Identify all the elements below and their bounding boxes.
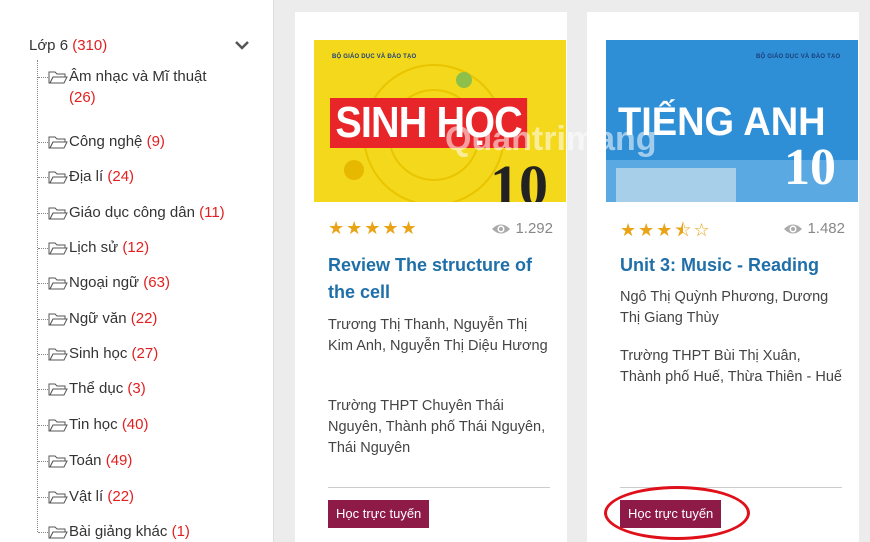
lesson-school: Trường THPT Bùi Thị Xuân, Thành phố Huế,… <box>620 348 842 385</box>
folder-open-icon <box>48 383 68 396</box>
lesson-card: BỘ GIÁO DỤC VÀ ĐÀO TẠO SINH HỌC 10 ★★★★★… <box>295 12 567 542</box>
category-sidebar: Lớp 6 (310) Âm nhạc và Mĩ thuật (26) Công… <box>0 0 274 542</box>
sidebar-item-lich-su[interactable]: Lịch sử (12) <box>38 237 259 258</box>
learn-online-button[interactable]: Học trực tuyến <box>328 500 430 528</box>
cover-publisher: BỘ GIÁO DỤC VÀ ĐÀO TẠO <box>756 54 841 60</box>
divider <box>328 487 550 488</box>
lesson-authors: Trương Thị Thanh, Nguyễn Thị Kim Anh, Ng… <box>328 317 548 354</box>
view-count: 1.482 <box>783 220 845 237</box>
highlight-ellipse <box>604 486 750 540</box>
eye-icon <box>492 224 511 233</box>
star-rating: ★★★⯪☆ <box>620 220 712 240</box>
lesson-authors: Ngô Thị Quỳnh Phương, Dương Thị Giang Th… <box>620 289 829 326</box>
sidebar-item-sinh-hoc[interactable]: Sinh học (27) <box>38 343 259 364</box>
sidebar-item-gdcd[interactable]: Giáo dục công dân (11) <box>38 202 259 223</box>
folder-open-icon <box>48 526 68 539</box>
sidebar-item-dia-li[interactable]: Địa lí (24) <box>38 166 259 187</box>
folder-open-icon <box>48 455 68 468</box>
sidebar-item-the-duc[interactable]: Thể dục (3) <box>38 378 259 399</box>
folder-open-icon <box>48 313 68 326</box>
sidebar-item-vat-li[interactable]: Vật lí (22) <box>38 486 259 507</box>
cover-title: SINH HỌC <box>330 98 528 148</box>
folder-open-icon <box>48 136 68 149</box>
folder-open-icon <box>48 277 68 290</box>
folder-open-icon <box>48 242 68 255</box>
sidebar-item-tin-hoc[interactable]: Tin học (40) <box>38 414 259 435</box>
lesson-title-link[interactable]: Unit 3: Music - Reading <box>620 252 850 279</box>
grade-label: Lớp 6 (310) <box>29 36 108 54</box>
folder-open-icon <box>48 171 68 184</box>
lesson-school: Trường THPT Chuyên Thái Nguyên, Thành ph… <box>328 398 546 456</box>
sidebar-item-bai-giang-khac[interactable]: Bài giảng khác (1) <box>38 521 259 542</box>
sidebar-item-toan[interactable]: Toán (49) <box>38 450 259 471</box>
cover-number: 10 <box>490 153 548 202</box>
book-cover-image[interactable]: BỘ GIÁO DỤC VÀ ĐÀO TẠO TIẾNG ANH 10 <box>606 40 858 202</box>
star-half-icon: ⯪ <box>674 220 694 240</box>
folder-open-icon <box>48 419 68 432</box>
folder-open-icon <box>48 207 68 220</box>
cover-number: 10 <box>784 139 836 196</box>
folder-open-icon <box>48 348 68 361</box>
sidebar-item-ngoai-ngu[interactable]: Ngoại ngữ (63) <box>38 272 259 293</box>
sidebar-item-ngu-van[interactable]: Ngữ văn (22) <box>38 308 259 329</box>
view-count: 1.292 <box>491 220 553 237</box>
cover-publisher: BỘ GIÁO DỤC VÀ ĐÀO TẠO <box>332 54 417 60</box>
folder-open-icon <box>48 71 68 84</box>
folder-open-icon <box>48 491 68 504</box>
eye-icon <box>784 224 803 233</box>
lesson-title-link[interactable]: Review The structure of the cell <box>328 252 558 306</box>
book-cover-image[interactable]: BỘ GIÁO DỤC VÀ ĐÀO TẠO SINH HỌC 10 <box>314 40 566 202</box>
lesson-card: BỘ GIÁO DỤC VÀ ĐÀO TẠO TIẾNG ANH 10 ★★★⯪… <box>587 12 859 542</box>
star-rating: ★★★★★ <box>328 218 419 238</box>
sidebar-item-cong-nghe[interactable]: Công nghệ (9) <box>38 131 259 152</box>
sidebar-item-am-nhac[interactable]: Âm nhạc và Mĩ thuật (26) <box>38 66 259 108</box>
chevron-down-icon[interactable] <box>233 36 251 54</box>
grade-6-header[interactable]: Lớp 6 (310) <box>29 34 251 56</box>
star-empty-icon: ☆ <box>693 220 712 240</box>
